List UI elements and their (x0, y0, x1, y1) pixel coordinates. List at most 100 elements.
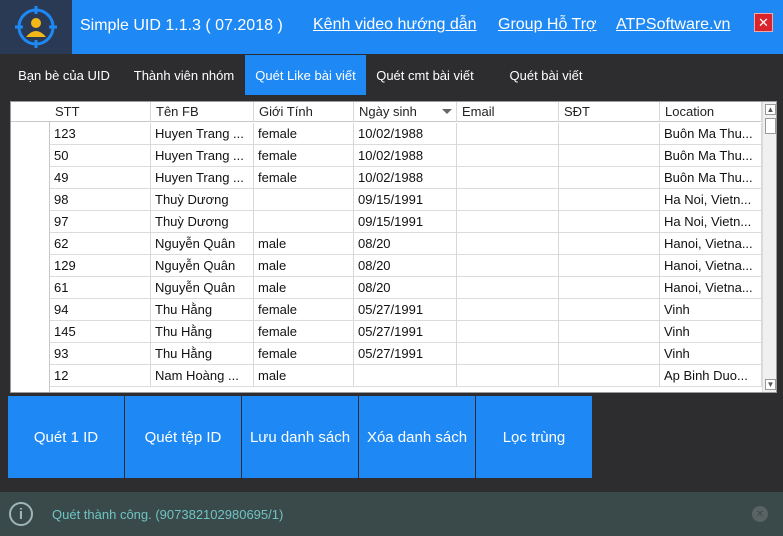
col-header-phone[interactable]: SĐT (559, 102, 660, 122)
cell-gender[interactable]: female (254, 299, 354, 321)
table-row[interactable]: 61 Nguyễn Quân male 08/20 Hanoi, Vietna... (11, 277, 762, 299)
cell-location[interactable]: Hanoi, Vietna... (660, 277, 762, 299)
col-header-stt[interactable]: STT (50, 102, 151, 122)
dismiss-status-icon[interactable]: ✕ (752, 506, 768, 522)
row-header-cell[interactable] (11, 365, 50, 387)
tab-scan-post-comments[interactable]: Quét cmt bài viết (366, 55, 484, 95)
cell-email[interactable] (457, 277, 559, 299)
cell-gender[interactable]: female (254, 167, 354, 189)
cell-name[interactable]: Thu Hằng (151, 321, 254, 343)
cell-birthday[interactable]: 08/20 (354, 233, 457, 255)
cell-name[interactable]: Nguyễn Quân (151, 277, 254, 299)
cell-email[interactable] (457, 365, 559, 387)
cell-phone[interactable] (559, 189, 660, 211)
cell-location[interactable]: Buôn Ma Thu... (660, 145, 762, 167)
cell-email[interactable] (457, 233, 559, 255)
vertical-scrollbar[interactable]: ▲ ▼ (762, 102, 776, 392)
cell-gender[interactable]: male (254, 233, 354, 255)
col-header-location[interactable]: Location (660, 102, 762, 122)
row-header-cell[interactable] (11, 233, 50, 255)
cell-stt[interactable]: 129 (50, 255, 151, 277)
row-header-cell[interactable] (11, 277, 50, 299)
cell-email[interactable] (457, 299, 559, 321)
cell-gender[interactable]: male (254, 277, 354, 299)
website-link[interactable]: ATPSoftware.vn (616, 16, 730, 34)
table-row[interactable]: 94 Thu Hằng female 05/27/1991 Vinh (11, 299, 762, 321)
col-header-gender[interactable]: Giới Tính (254, 102, 354, 122)
scroll-up-icon[interactable]: ▲ (765, 104, 776, 115)
table-row[interactable]: 12 Nam Hoàng ... male Ap Binh Duo... (11, 365, 762, 387)
cell-stt[interactable]: 94 (50, 299, 151, 321)
cell-birthday[interactable]: 08/20 (354, 277, 457, 299)
cell-gender[interactable]: female (254, 321, 354, 343)
cell-name[interactable]: Thuỳ Dương (151, 189, 254, 211)
col-header-name[interactable]: Tên FB (151, 102, 254, 122)
cell-birthday[interactable]: 08/20 (354, 255, 457, 277)
cell-gender[interactable] (254, 189, 354, 211)
cell-name[interactable]: Huyen Trang ... (151, 123, 254, 145)
cell-stt[interactable]: 49 (50, 167, 151, 189)
cell-stt[interactable]: 93 (50, 343, 151, 365)
cell-gender[interactable]: female (254, 145, 354, 167)
save-list-button[interactable]: Lưu danh sách (242, 396, 358, 478)
tab-uid-friends[interactable]: Bạn bè của UID (8, 55, 120, 95)
cell-location[interactable]: Vinh (660, 321, 762, 343)
row-header-cell[interactable] (11, 189, 50, 211)
cell-name[interactable]: Huyen Trang ... (151, 145, 254, 167)
cell-name[interactable]: Thu Hằng (151, 343, 254, 365)
row-header-cell[interactable] (11, 211, 50, 233)
cell-birthday[interactable]: 10/02/1988 (354, 167, 457, 189)
cell-stt[interactable]: 145 (50, 321, 151, 343)
cell-email[interactable] (457, 321, 559, 343)
cell-gender[interactable]: male (254, 365, 354, 387)
cell-email[interactable] (457, 167, 559, 189)
row-header-cell[interactable] (11, 145, 50, 167)
cell-birthday[interactable] (354, 365, 457, 387)
table-row[interactable]: 49 Huyen Trang ... female 10/02/1988 Buôn Ma… (11, 167, 762, 189)
table-row[interactable]: 98 Thuỳ Dương 09/15/1991 Ha Noi, Vietn... (11, 189, 762, 211)
cell-phone[interactable] (559, 299, 660, 321)
tab-scan-posts[interactable]: Quét bài viết (488, 55, 604, 95)
cell-birthday[interactable]: 05/27/1991 (354, 321, 457, 343)
cell-phone[interactable] (559, 277, 660, 299)
cell-name[interactable]: Nguyễn Quân (151, 233, 254, 255)
row-header-cell[interactable] (11, 123, 50, 145)
cell-name[interactable]: Nguyễn Quân (151, 255, 254, 277)
cell-location[interactable]: Vinh (660, 299, 762, 321)
row-header-cell[interactable] (11, 343, 50, 365)
cell-stt[interactable]: 50 (50, 145, 151, 167)
cell-location[interactable]: Hanoi, Vietna... (660, 233, 762, 255)
table-row[interactable]: 50 Huyen Trang ... female 10/02/1988 Buôn Ma… (11, 145, 762, 167)
cell-location[interactable]: Vinh (660, 343, 762, 365)
cell-stt[interactable]: 98 (50, 189, 151, 211)
cell-birthday[interactable]: 05/27/1991 (354, 299, 457, 321)
cell-location[interactable]: Buôn Ma Thu... (660, 167, 762, 189)
cell-phone[interactable] (559, 145, 660, 167)
scroll-thumb[interactable] (765, 118, 776, 134)
cell-phone[interactable] (559, 255, 660, 277)
table-row[interactable]: 93 Thu Hằng female 05/27/1991 Vinh (11, 343, 762, 365)
cell-name[interactable]: Thu Hằng (151, 299, 254, 321)
tab-scan-post-likes[interactable]: Quét Like bài viết (245, 55, 366, 95)
cell-email[interactable] (457, 123, 559, 145)
cell-phone[interactable] (559, 211, 660, 233)
cell-location[interactable]: Ap Binh Duo... (660, 365, 762, 387)
cell-phone[interactable] (559, 167, 660, 189)
scan-id-file-button[interactable]: Quét tệp ID (125, 396, 241, 478)
cell-birthday[interactable]: 09/15/1991 (354, 211, 457, 233)
cell-birthday[interactable]: 05/27/1991 (354, 343, 457, 365)
clear-list-button[interactable]: Xóa danh sách (359, 396, 475, 478)
cell-location[interactable]: Ha Noi, Vietn... (660, 189, 762, 211)
table-row[interactable]: 97 Thuỳ Dương 09/15/1991 Ha Noi, Vietn... (11, 211, 762, 233)
cell-email[interactable] (457, 145, 559, 167)
cell-gender[interactable] (254, 211, 354, 233)
cell-location[interactable]: Ha Noi, Vietn... (660, 211, 762, 233)
table-row[interactable]: 145 Thu Hằng female 05/27/1991 Vinh (11, 321, 762, 343)
cell-email[interactable] (457, 343, 559, 365)
cell-birthday[interactable]: 10/02/1988 (354, 145, 457, 167)
cell-location[interactable]: Hanoi, Vietna... (660, 255, 762, 277)
cell-gender[interactable]: female (254, 123, 354, 145)
cell-birthday[interactable]: 09/15/1991 (354, 189, 457, 211)
row-header-cell[interactable] (11, 299, 50, 321)
table-row[interactable]: 62 Nguyễn Quân male 08/20 Hanoi, Vietna... (11, 233, 762, 255)
